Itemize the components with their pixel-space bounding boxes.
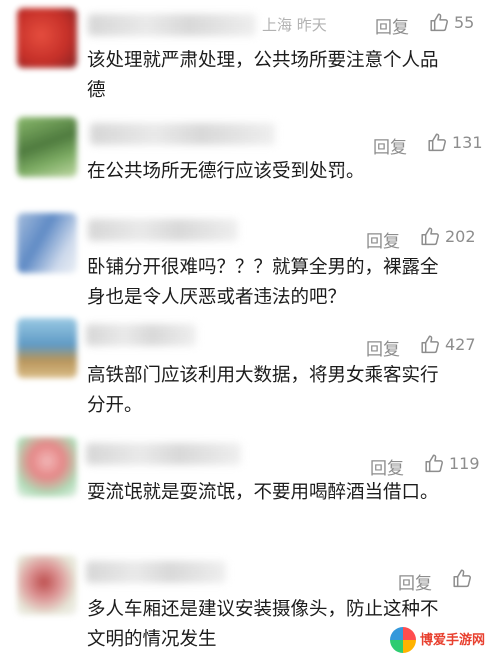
comment-text: 该处理就严肃处理，公共场所要注意个人品 德 [87, 50, 439, 101]
avatar[interactable] [17, 117, 77, 177]
reply-button[interactable]: 回复 [373, 133, 407, 158]
like-count: 131 [452, 133, 483, 152]
reply-button[interactable]: 回复 [370, 454, 404, 479]
thumbs-up-icon [421, 335, 439, 354]
username-blurred[interactable] [88, 219, 238, 241]
watermark-title: 博爱手游网 [420, 632, 486, 648]
thumbs-up-icon [453, 569, 471, 588]
site-logo-icon [390, 627, 416, 653]
avatar[interactable] [17, 8, 77, 68]
avatar[interactable] [17, 318, 77, 378]
thumbs-up-icon [425, 454, 443, 473]
like-button[interactable]: 119 [424, 453, 480, 474]
like-button[interactable]: 131 [427, 132, 483, 153]
thumbs-up-icon [430, 13, 448, 32]
comment-text: 卧铺分开很难吗？？？就算全男的，裸露全 身也是令人厌恶或者违法的吧？ [87, 257, 439, 308]
comment-text: 在公共场所无德行应该受到处罚。 [87, 161, 365, 182]
reply-button[interactable]: 回复 [398, 569, 432, 594]
username-blurred[interactable] [88, 14, 256, 36]
username-blurred[interactable] [86, 561, 226, 583]
like-button[interactable]: 55 [429, 12, 474, 33]
avatar[interactable] [17, 437, 77, 497]
thumbs-up-icon [428, 133, 446, 152]
like-count: 427 [445, 335, 476, 354]
reply-button[interactable]: 回复 [375, 13, 409, 38]
reply-button[interactable]: 回复 [366, 335, 400, 360]
thumbs-up-icon [421, 227, 439, 246]
like-button[interactable] [452, 568, 477, 589]
like-button[interactable]: 427 [420, 334, 476, 355]
comment-text: 耍流氓就是耍流氓，不要用喝醉酒当借口。 [87, 482, 439, 503]
site-watermark: 博爱手游网 [390, 624, 498, 656]
reply-button[interactable]: 回复 [366, 227, 400, 252]
like-count: 55 [454, 13, 475, 32]
avatar[interactable] [17, 213, 77, 273]
comment-text: 高铁部门应该利用大数据，将男女乘客实行 分开。 [87, 365, 439, 416]
username-blurred[interactable] [86, 443, 241, 465]
like-button[interactable]: 202 [420, 226, 476, 247]
watermark-text: 博爱手游网 [420, 634, 485, 647]
location-time: 上海 昨天 [262, 16, 327, 34]
like-count: 202 [445, 227, 476, 246]
username-blurred[interactable] [90, 123, 275, 145]
username-blurred[interactable] [86, 324, 196, 346]
avatar[interactable] [17, 555, 77, 615]
like-count: 119 [449, 454, 480, 473]
